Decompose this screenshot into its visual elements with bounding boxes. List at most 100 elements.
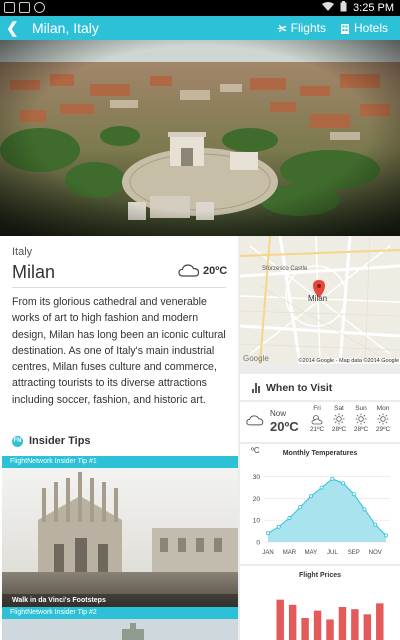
status-bar: 3:25 PM: [0, 0, 400, 16]
x-tick-label: MAY: [305, 550, 318, 556]
cloud-icon: [246, 415, 264, 426]
sun-icon: [377, 413, 389, 425]
cloud-sun-icon: [311, 413, 323, 425]
app-bar: ❮ Milan, Italy Flights Hotels: [0, 16, 400, 40]
battery-icon: [340, 1, 347, 15]
map-poi-label: Sforzesco Castle: [262, 266, 308, 272]
sidebar-panel: Sforzesco Castle Milan Google ©2014 Goog…: [240, 236, 400, 640]
sync-icon: [34, 2, 45, 13]
cloud-icon: [178, 264, 200, 277]
clock: 3:25 PM: [353, 2, 394, 14]
map-attribution: ©2014 Google - Map data ©2014 Google: [297, 358, 400, 364]
y-tick-label: 20: [253, 496, 261, 503]
forecast-day-name: Mon: [376, 405, 390, 412]
insider-tips-heading: Insider Tips: [29, 435, 91, 447]
chart-title: Monthly Temperatures: [282, 450, 358, 457]
city-description: From its glorious cathedral and venerabl…: [12, 296, 226, 406]
data-point: [351, 492, 356, 497]
airplane-icon: [276, 24, 286, 32]
data-point: [362, 507, 367, 512]
x-tick-label: SEP: [348, 550, 360, 556]
sun-icon: [355, 413, 367, 425]
forecast-day: Fri 21ºC: [306, 405, 328, 433]
data-point: [373, 522, 378, 527]
insider-tips-header: FN Insider Tips: [12, 435, 91, 447]
now-temperature: 20ºC: [270, 419, 299, 434]
current-temperature: 20ºC: [203, 265, 228, 277]
temperature-area: [268, 478, 386, 542]
city-map[interactable]: Sforzesco Castle Milan Google ©2014 Goog…: [240, 236, 400, 364]
destination-panel: Italy Milan 20ºC From its glorious cathe…: [0, 236, 238, 640]
flight-prices-card: Flight Prices: [240, 566, 400, 640]
tip-label: FlightNetwork Insider Tip #1: [2, 456, 238, 468]
data-point: [330, 476, 335, 481]
tip-card-1[interactable]: Walk in da Vinci's Footsteps: [2, 468, 238, 610]
fn-badge-icon: FN: [12, 435, 23, 447]
sun-icon: [333, 413, 345, 425]
forecast-day-name: Sun: [355, 405, 367, 412]
tip-card-2[interactable]: [2, 619, 238, 640]
price-bar: [338, 607, 347, 640]
temperature-chart-card: ºC Monthly Temperatures 0 10 20 30 JAN MAR MAY…: [240, 444, 400, 564]
price-bar: [276, 599, 284, 640]
forecast-day-name: Sat: [334, 405, 344, 412]
temperature-chart: 0 10 20 30 JAN MAR MAY JUL SEP NOV: [253, 474, 390, 556]
price-bar: [313, 610, 322, 640]
bar-chart-icon: [252, 383, 260, 393]
forecast-day: Sun 28ºC: [350, 405, 372, 433]
hotels-label: Hotels: [353, 21, 388, 35]
hero-image: [0, 40, 400, 236]
price-bar: [363, 614, 372, 640]
when-to-visit-heading: When to Visit: [266, 382, 333, 394]
data-point: [276, 524, 281, 529]
page-title: Milan, Italy: [32, 20, 99, 36]
image-icon: [19, 2, 30, 13]
data-point: [341, 481, 346, 486]
flight-prices-chart: [276, 599, 384, 640]
chart-title: Flight Prices: [298, 572, 341, 579]
y-tick-label: 0: [256, 540, 260, 547]
forecast-temp: 29ºC: [375, 426, 391, 433]
price-bar: [301, 618, 309, 640]
x-tick-label: NOV: [369, 550, 382, 556]
data-point: [265, 531, 270, 536]
price-bar: [326, 619, 334, 640]
y-tick-label: 10: [253, 518, 261, 525]
data-point: [319, 485, 324, 490]
tip-label: FlightNetwork Insider Tip #2: [2, 607, 238, 619]
now-label: Now: [270, 409, 287, 418]
forecast-temp: 28ºC: [353, 426, 369, 433]
price-bar: [376, 603, 384, 640]
price-bar: [351, 609, 359, 640]
forecast-day: Mon 29ºC: [372, 405, 394, 433]
forecast-temp: 21ºC: [309, 426, 325, 433]
country-label: Italy: [12, 246, 33, 258]
when-to-visit-card: When to Visit: [240, 374, 400, 400]
wifi-icon: [322, 1, 335, 15]
data-point: [308, 494, 313, 499]
data-point: [287, 516, 292, 521]
map-city-label: Milan: [308, 294, 328, 303]
city-name: Milan: [12, 262, 56, 282]
back-button[interactable]: ❮: [6, 19, 19, 37]
flights-button[interactable]: Flights: [276, 21, 326, 35]
forecast-row: Now 20ºC Fri 21ºC Sat 28ºC Sun 28ºC Mon …: [240, 402, 400, 442]
forecast-temp: 28ºC: [331, 426, 347, 433]
google-logo: Google: [243, 354, 269, 363]
app-screen: 3:25 PM ❮ Milan, Italy Flights Hotels It…: [0, 0, 400, 640]
y-tick-label: 30: [253, 474, 261, 481]
tip-title: Walk in da Vinci's Footsteps: [12, 597, 106, 604]
flights-label: Flights: [290, 21, 326, 35]
forecast-day-name: Fri: [313, 405, 321, 412]
price-bar: [288, 604, 297, 640]
data-point: [383, 533, 388, 538]
forecast-day: Sat 28ºC: [328, 405, 350, 433]
data-point: [298, 505, 303, 510]
divider: [12, 287, 226, 288]
hotel-icon: [340, 23, 349, 34]
notification-icon: [4, 2, 15, 13]
x-tick-label: JAN: [262, 550, 273, 556]
x-tick-label: MAR: [283, 550, 297, 556]
hotels-button[interactable]: Hotels: [340, 21, 388, 35]
x-tick-label: JUL: [327, 550, 338, 556]
